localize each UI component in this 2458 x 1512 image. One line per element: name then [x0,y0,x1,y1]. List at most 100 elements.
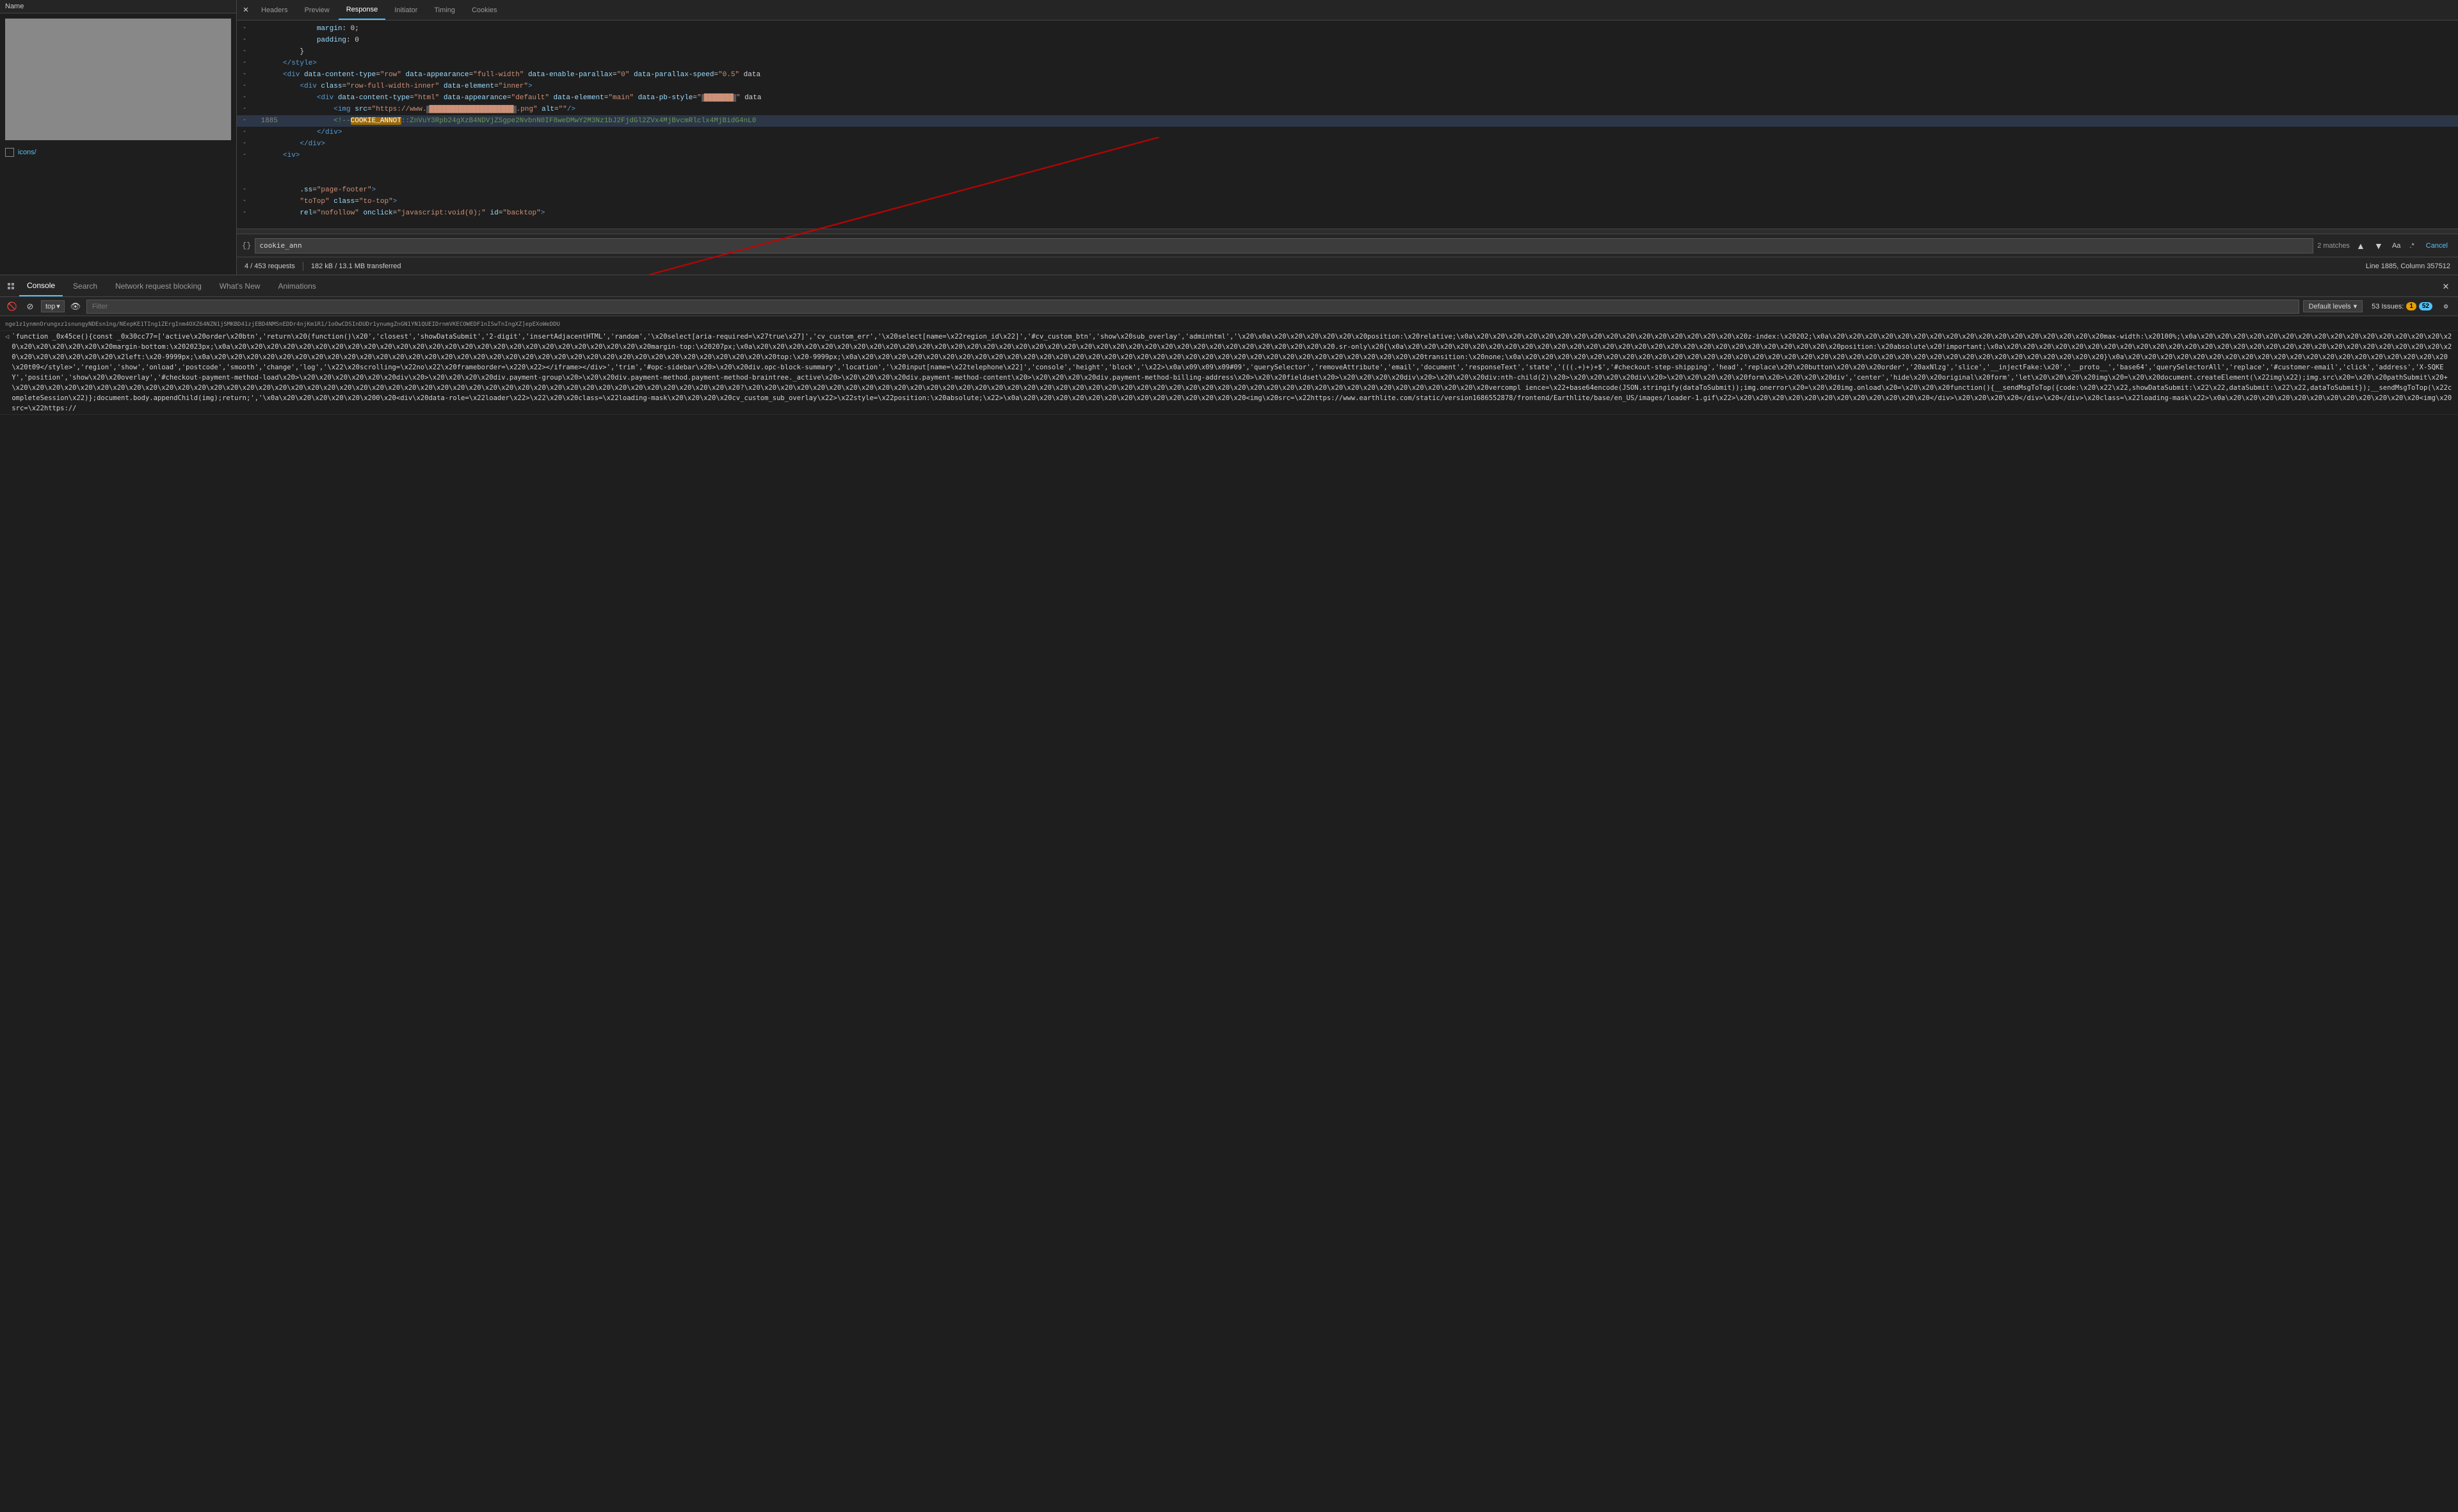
settings-icon[interactable]: ⚙ [2439,300,2453,314]
code-line [237,161,2458,173]
line-content: "toTop" class="to-top"> [283,196,2455,207]
console-code-content: `function _0x45ce(){const _0x30cc77=['ac… [12,332,2453,414]
icons-link[interactable]: icons/ [18,149,36,156]
line-icon: - [239,69,250,81]
horizontal-scrollbar[interactable] [237,229,2458,234]
bottom-panel: Console Search Network request blocking … [0,275,2458,1512]
context-label: top [45,303,55,310]
code-line: - padding: 0 [237,35,2458,46]
level-selector[interactable]: Default levels ▾ [2303,300,2363,312]
console-output: nge1z1ynmnOrungxz1snungyNDEsn1ng/NEepKE1… [0,316,2458,1512]
line-icon: - [239,35,250,46]
filter-toggle-btn[interactable]: ⊘ [23,300,37,314]
line-content: <iv> [283,150,2455,161]
line-content: } [283,46,2455,58]
clear-console-btn[interactable]: 🚫 [5,300,19,314]
response-panel: ✕ Headers Preview Response Initiator Tim… [237,0,2458,275]
tab-cookies[interactable]: Cookies [464,0,505,20]
tab-response[interactable]: Response [339,0,386,20]
name-checkbox[interactable] [5,148,14,157]
code-line: - "toTop" class="to-top"> [237,196,2458,207]
level-chevron-icon: ▾ [2354,302,2358,310]
line-icon: - [239,81,250,92]
tab-search[interactable]: Search [65,275,105,296]
line-icon: - [239,58,250,69]
name-item: icons/ [0,145,236,159]
search-input[interactable] [255,238,2313,253]
response-tab-bar: ✕ Headers Preview Response Initiator Tim… [237,0,2458,20]
tab-animations[interactable]: Animations [270,275,323,296]
line-num: 1885 [251,115,283,127]
search-cancel-btn[interactable]: Cancel [2421,241,2453,251]
bottom-panel-close-btn[interactable]: ✕ [2439,279,2453,293]
code-line: - </style> [237,58,2458,69]
expand-icon[interactable]: ◁ [5,332,9,342]
name-image [5,19,231,140]
line-content: <!--COOKIE_ANNOT::ZnVuY3Rpb24gXzB4NDVjZS… [283,115,2455,127]
format-icon: {} [242,241,251,250]
bottom-tab-bar: Console Search Network request blocking … [0,275,2458,297]
code-line [237,173,2458,184]
tab-whats-new[interactable]: What's New [212,275,268,296]
line-icon: - [239,115,250,127]
line-content: rel="nofollow" onclick="javascript:void(… [283,207,2455,219]
issues-badge: 53 Issues: 1 52 [2372,302,2432,310]
top-panel: Name icons/ ✕ Headers Preview Response I… [0,0,2458,275]
line-icon: - [239,138,250,150]
search-next-btn[interactable]: ▼ [2372,239,2386,253]
eye-icon-btn[interactable]: 👁 [68,300,83,314]
tab-initiator[interactable]: Initiator [387,0,425,20]
line-content: </style> [283,58,2455,69]
code-area: - margin: 0; - padding: 0 - } - </style> [237,20,2458,229]
line-content: margin: 0; [283,23,2455,35]
tab-network-request-blocking[interactable]: Network request blocking [108,275,209,296]
context-selector[interactable]: top ▾ [41,300,65,312]
search-matches: 2 matches [2317,242,2350,250]
line-content: padding: 0 [283,35,2455,46]
case-sensitive-btn[interactable]: Aa [2390,241,2403,251]
line-content: .ss="page-footer"> [283,184,2455,196]
code-line: - .ss="page-footer"> [237,184,2458,196]
level-label: Default levels [2309,303,2351,310]
tab-timing[interactable]: Timing [426,0,463,20]
search-bar: {} 2 matches ▲ ▼ Aa .* Cancel [237,234,2458,257]
line-icon: - [239,46,250,58]
regex-btn[interactable]: .* [2407,241,2416,251]
tab-headers[interactable]: Headers [253,0,296,20]
code-line: - <img src="https://www.████████████████… [237,104,2458,115]
name-header: Name [0,0,236,13]
line-column-info: Line 1885, Column 357512 [2366,262,2450,270]
code-line: - <div data-content-type="html" data-app… [237,92,2458,104]
tab-console[interactable]: Console [19,275,63,296]
code-line: - </div> [237,127,2458,138]
line-content: </div> [283,127,2455,138]
line-content: </div> [283,138,2455,150]
code-line: - margin: 0; [237,23,2458,35]
line-icon: - [239,104,250,115]
line-icon: - [239,196,250,207]
line-content: <div data-content-type="html" data-appea… [283,92,2455,104]
panel-handle[interactable] [5,280,17,292]
line-icon: - [239,150,250,161]
handle-icon [6,282,15,291]
line-icon: - [239,184,250,196]
requests-count: 4 / 453 requests [245,262,295,270]
console-overflow-line: nge1z1ynmnOrungxz1snungyNDEsn1ng/NEepKE1… [5,319,2453,330]
line-icon: - [239,23,250,35]
status-bar: 4 / 453 requests 182 kB / 13.1 MB transf… [237,257,2458,275]
console-main-line[interactable]: ◁ `function _0x45ce(){const _0x30cc77=['… [0,331,2458,415]
chevron-down-icon: ▾ [56,302,60,310]
transferred-size: 182 kB / 13.1 MB transferred [311,262,401,270]
code-line: - } [237,46,2458,58]
tab-close-btn[interactable]: ✕ [239,4,252,17]
name-panel: Name icons/ [0,0,237,275]
search-prev-btn[interactable]: ▲ [2354,239,2368,253]
code-line: - <div data-content-type="row" data-appe… [237,69,2458,81]
line-icon: - [239,127,250,138]
issues-label: 53 Issues: [2372,303,2404,310]
code-line: - rel="nofollow" onclick="javascript:voi… [237,207,2458,219]
filter-input[interactable] [86,300,2299,314]
code-line: - </div> [237,138,2458,150]
tab-preview[interactable]: Preview [297,0,337,20]
console-toolbar: 🚫 ⊘ top ▾ 👁 Default levels ▾ 53 Issues: … [0,297,2458,316]
